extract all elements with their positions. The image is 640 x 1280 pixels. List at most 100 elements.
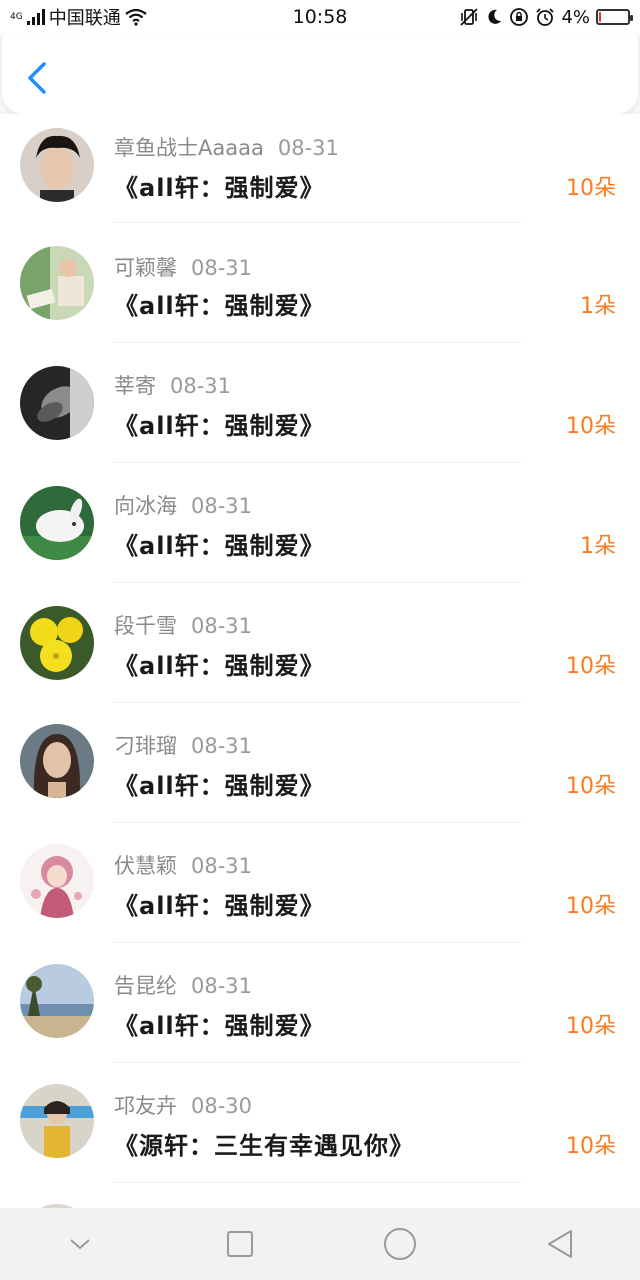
nav-back-button[interactable]: [530, 1214, 590, 1274]
sender-name: 莘寄: [114, 374, 156, 398]
circle-icon: [384, 1228, 416, 1260]
avatar: [20, 844, 94, 918]
divider: [114, 1182, 522, 1183]
nav-home-button[interactable]: [370, 1214, 430, 1274]
gift-amount: 10朵: [566, 1014, 616, 1039]
divider: [114, 942, 522, 943]
triangle-back-icon: [548, 1230, 572, 1258]
avatar: [20, 366, 94, 440]
sender-meta: 章鱼战士Aaaaa 08-31: [114, 132, 339, 162]
sender-name: 向冰海: [114, 494, 177, 518]
status-right: 4%: [459, 6, 633, 28]
sender-name: 邛友卉: [114, 1094, 177, 1118]
avatar: [20, 606, 94, 680]
nav-recents-button[interactable]: [210, 1214, 270, 1274]
avatar: [20, 964, 94, 1038]
book-title: 《all轩：强制爱》: [114, 532, 325, 560]
book-title: 《all轩：强制爱》: [114, 292, 325, 320]
list-item[interactable]: [0, 1194, 640, 1208]
avatar: [20, 1084, 94, 1158]
divider: [114, 1062, 522, 1063]
gift-date: 08-31: [191, 256, 253, 280]
gift-amount: 10朵: [566, 654, 616, 679]
moon-icon: [488, 9, 502, 24]
gift-amount: 10朵: [566, 894, 616, 919]
book-title: 《all轩：强制爱》: [114, 652, 325, 680]
rotation-lock-icon: [510, 8, 529, 26]
battery-percent: 4%: [561, 6, 590, 28]
square-icon: [227, 1231, 253, 1257]
gift-amount: 10朵: [566, 774, 616, 799]
back-button[interactable]: [18, 56, 58, 100]
divider: [114, 342, 522, 343]
divider: [114, 822, 522, 823]
sender-name: 告昆纶: [114, 974, 177, 998]
sender-meta: 段千雪 08-31: [114, 610, 252, 640]
list-item[interactable]: 章鱼战士Aaaaa 08-31 《all轩：强制爱》 10朵: [0, 114, 640, 234]
signal-icon: [26, 9, 45, 25]
avatar: [20, 486, 94, 560]
gift-amount: 1朵: [580, 294, 616, 319]
book-title: 《all轩：强制爱》: [114, 412, 325, 440]
gift-date: 08-30: [191, 1094, 253, 1118]
gift-date: 08-31: [191, 734, 253, 758]
divider: [114, 582, 522, 583]
gift-amount: 10朵: [566, 1134, 616, 1159]
list-item[interactable]: 邛友卉 08-30 《源轩：三生有幸遇见你》 10朵: [0, 1074, 640, 1194]
sender-meta: 向冰海 08-31: [114, 490, 252, 520]
sender-meta: 可颖馨 08-31: [114, 252, 252, 282]
gift-date: 08-31: [277, 136, 339, 160]
nav-collapse-button[interactable]: [50, 1214, 110, 1274]
divider: [114, 462, 522, 463]
sender-meta: 莘寄 08-31: [114, 370, 231, 400]
list-item[interactable]: 伏慧颖 08-31 《all轩：强制爱》 10朵: [0, 834, 640, 954]
status-bar: 4G 中国联通 10:58 4%: [0, 0, 640, 34]
chevron-down-icon: [70, 1239, 90, 1250]
network-type: 4G: [10, 11, 23, 22]
sender-meta: 告昆纶 08-31: [114, 970, 252, 1000]
system-nav-bar: [0, 1208, 640, 1280]
gift-amount: 10朵: [566, 176, 616, 201]
book-title: 《源轩：三生有幸遇见你》: [114, 1132, 414, 1160]
chevron-left-icon: [28, 62, 46, 94]
book-title: 《all轩：强制爱》: [114, 892, 325, 920]
gift-list: 章鱼战士Aaaaa 08-31 《all轩：强制爱》 10朵 可颖馨 08-31 《…: [0, 114, 640, 1208]
carrier-name: 中国联通: [48, 8, 121, 29]
divider: [114, 222, 522, 223]
sender-name: 可颖馨: [114, 256, 177, 280]
gift-date: 08-31: [191, 614, 253, 638]
avatar: [20, 128, 94, 202]
gift-date: 08-31: [191, 854, 253, 878]
alarm-icon: [536, 8, 555, 26]
list-item[interactable]: 段千雪 08-31 《all轩：强制爱》 10朵: [0, 594, 640, 714]
book-title: 《all轩：强制爱》: [114, 174, 325, 202]
book-title: 《all轩：强制爱》: [114, 772, 325, 800]
avatar: [20, 246, 94, 320]
gift-amount: 1朵: [580, 534, 616, 559]
divider: [114, 702, 522, 703]
sender-name: 刁琲瑠: [114, 734, 177, 758]
list-item[interactable]: 刁琲瑠 08-31 《all轩：强制爱》 10朵: [0, 714, 640, 834]
list-item[interactable]: 可颖馨 08-31 《all轩：强制爱》 1朵: [0, 234, 640, 354]
battery-icon: [596, 9, 633, 25]
vibrate-off-icon: [460, 8, 479, 26]
sender-meta: 刁琲瑠 08-31: [114, 730, 252, 760]
list-item[interactable]: 莘寄 08-31 《all轩：强制爱》 10朵: [0, 354, 640, 474]
header-bar: [2, 34, 638, 114]
sender-name: 章鱼战士Aaaaa: [114, 136, 264, 160]
book-title: 《all轩：强制爱》: [114, 1012, 325, 1040]
status-left: 4G 中国联通: [10, 4, 147, 30]
list-item[interactable]: 向冰海 08-31 《all轩：强制爱》 1朵: [0, 474, 640, 594]
sender-name: 伏慧颖: [114, 854, 177, 878]
sender-meta: 伏慧颖 08-31: [114, 850, 252, 880]
gift-date: 08-31: [191, 494, 253, 518]
sender-meta: 邛友卉 08-30: [114, 1090, 252, 1120]
gift-date: 08-31: [191, 974, 253, 998]
battery-level: [599, 12, 601, 22]
list-item[interactable]: 告昆纶 08-31 《all轩：强制爱》 10朵: [0, 954, 640, 1074]
gift-amount: 10朵: [566, 414, 616, 439]
wifi-icon: [125, 8, 147, 26]
avatar: [20, 724, 94, 798]
gift-date: 08-31: [170, 374, 232, 398]
sender-name: 段千雪: [114, 614, 177, 638]
